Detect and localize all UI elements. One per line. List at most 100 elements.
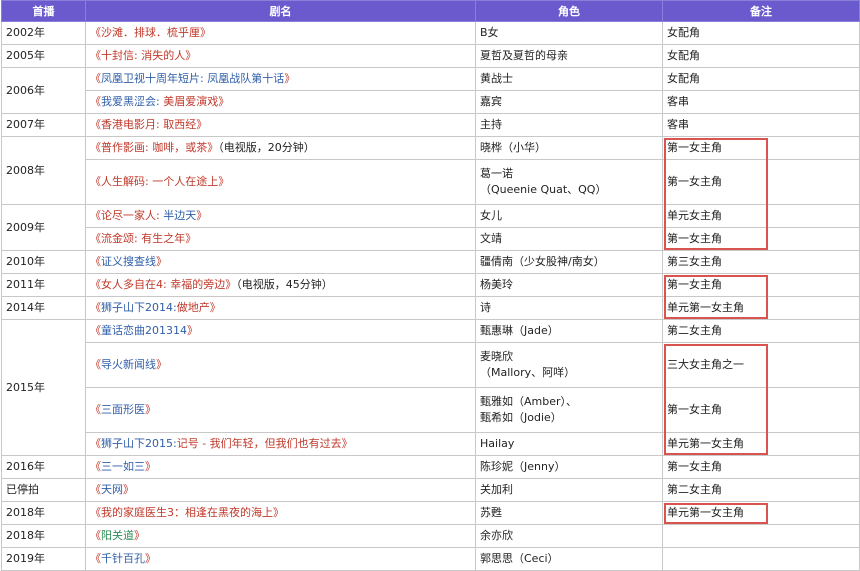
left-title-mark: 《 xyxy=(90,529,101,542)
right-title-mark: 》 xyxy=(284,72,296,85)
role-cell: 女儿 xyxy=(475,204,663,228)
role-cell: Hailay xyxy=(475,432,663,456)
table-row: 2008年 《普作影画: 咖啡，或茶》（电视版，20分钟） 晓桦（小华） 第一女主角 xyxy=(1,136,860,205)
role-cell: 疆倩南（少女股神/南女） xyxy=(475,250,663,274)
title-link[interactable]: 半边天 xyxy=(163,209,196,222)
role-line: 主持 xyxy=(480,118,502,131)
title-cell: 《千针百孔》 xyxy=(85,547,476,571)
right-title-mark: 》 xyxy=(196,118,208,131)
role-cell: 关加利 xyxy=(475,478,663,502)
table-row: 2006年 《凤凰卫视十周年短片: 凤凰战队第十话》 黄战士 女配角 xyxy=(1,67,860,114)
right-title-mark: 》 xyxy=(273,506,284,519)
title-cell: 《导火新闻线》 xyxy=(85,342,476,388)
title-link[interactable]: 做地产 xyxy=(177,301,210,314)
role-cell: 诗 xyxy=(475,296,663,320)
table-row: 《我爱黑涩会: 美眉爱演戏》 嘉宾 客串 xyxy=(2,90,860,114)
role-cell: 晓桦（小华） xyxy=(475,136,663,160)
note-cell: 第一女主角 xyxy=(662,227,860,251)
table-row: 2010年 《证义搜查线》 疆倩南（少女股神/南女） 第三女主角 xyxy=(1,250,860,274)
right-title-mark: 》 xyxy=(123,483,134,496)
left-title-mark: 《 xyxy=(90,358,101,371)
left-title-mark: 《 xyxy=(90,506,101,519)
left-title-mark: 《 xyxy=(90,301,101,314)
premiere-year-cell: 2002年 xyxy=(1,21,86,45)
title-cell: 《凤凰卫视十周年短片: 凤凰战队第十话》 xyxy=(85,67,476,91)
title-link[interactable]: 证义搜查线 xyxy=(101,255,156,268)
title-link[interactable]: 狮子山下2014: xyxy=(101,301,177,314)
premiere-year-cell: 2005年 xyxy=(1,44,86,68)
note-cell: 女配角 xyxy=(662,67,860,91)
premiere-year-cell: 2019年 xyxy=(1,547,86,571)
title-link[interactable]: 千针百孔 xyxy=(101,552,145,565)
title-cell: 《狮子山下2015:记号 - 我们年轻，但我们也有过去》 xyxy=(85,432,476,456)
role-line: B女 xyxy=(480,26,499,39)
title-link[interactable]: 十封信: 消失的人 xyxy=(101,49,185,62)
title-link[interactable]: 凤凰卫视十周年短片: 凤凰战队第十话 xyxy=(101,72,284,85)
table-row: 《人生解码: 一个人在途上》 葛一诺 （Queenie Quat、QQ） 第一女主角 xyxy=(2,159,860,205)
right-title-mark: 》 xyxy=(225,278,237,291)
title-link[interactable]: 三面形医 xyxy=(101,403,145,416)
note-cell: 第二女主角 xyxy=(662,478,860,502)
note-cell xyxy=(662,524,860,548)
title-link[interactable]: 美眉爱演戏 xyxy=(163,95,218,108)
left-title-mark: 《 xyxy=(90,141,101,154)
title-link[interactable]: 流金颂: 有生之年 xyxy=(101,232,185,245)
note-cell: 女配角 xyxy=(662,21,860,45)
title-link[interactable]: 童话恋曲201314 xyxy=(101,324,187,337)
title-link[interactable]: 论尽一家人: xyxy=(101,209,163,222)
role-cell: B女 xyxy=(475,21,663,45)
note-cell: 单元第一女主角 xyxy=(662,432,860,456)
note-cell: 第一女主角 xyxy=(662,159,860,205)
left-title-mark: 《 xyxy=(90,403,101,416)
premiere-year-cell: 2007年 xyxy=(1,113,86,137)
table-row: 《三面形医》 甄雅如（Amber）、 甄希如（Jodie） 第一女主角 xyxy=(2,387,860,433)
table-row: 《流金颂: 有生之年》 文靖 第一女主角 xyxy=(2,227,860,251)
premiere-year-cell: 2011年 xyxy=(1,273,86,297)
right-title-mark: 》 xyxy=(187,324,198,337)
role-line: 晓桦（小华） xyxy=(480,141,546,154)
note-cell: 单元女主角 xyxy=(662,204,860,228)
right-title-mark: 》 xyxy=(156,255,167,268)
left-title-mark: 《 xyxy=(90,95,101,108)
title-link[interactable]: 人生解码: 一个人在途上 xyxy=(101,175,218,188)
note-cell xyxy=(662,547,860,571)
header-note: 备注 xyxy=(662,0,860,22)
header-premiere: 首播 xyxy=(1,0,86,22)
title-link[interactable]: 我的家庭医生3：相逢在黑夜的海上 xyxy=(101,506,273,519)
header-title: 剧名 xyxy=(85,0,476,22)
table-header-row: 首播 剧名 角色 备注 xyxy=(1,0,860,22)
title-link[interactable]: 阳关道 xyxy=(101,529,134,542)
note-cell: 第一女主角 xyxy=(662,455,860,479)
premiere-year-cell: 2010年 xyxy=(1,250,86,274)
table-row: 2018年 《阳关道》 余亦欣 xyxy=(1,524,860,548)
title-link[interactable]: 记号 - 我们年轻，但我们也有过去 xyxy=(177,437,342,450)
role-line: 夏哲及夏哲的母亲 xyxy=(480,49,568,62)
right-title-mark: 》 xyxy=(185,49,197,62)
table-row: 2011年 《女人多自在4: 幸福的旁边》（电视版，45分钟） 杨美玲 第一女主角 xyxy=(1,273,860,297)
title-link[interactable]: 我爱黑涩会: xyxy=(101,95,163,108)
right-title-mark: 》 xyxy=(341,437,353,450)
left-title-mark: 《 xyxy=(90,255,101,268)
title-link[interactable]: 沙滩．排球．梳乎厘 xyxy=(101,26,200,39)
role-line: 陈珍妮（Jenny） xyxy=(480,460,566,473)
title-link[interactable]: 导火新闻线 xyxy=(101,358,156,371)
role-line: 苏甦 xyxy=(480,506,502,519)
title-link[interactable]: 三一如三 xyxy=(101,460,145,473)
left-title-mark: 《 xyxy=(90,49,101,62)
role-cell: 郭思思（Ceci） xyxy=(475,547,663,571)
left-title-mark: 《 xyxy=(90,460,101,473)
note-cell: 三大女主角之一 xyxy=(662,342,860,388)
title-link[interactable]: 天网 xyxy=(101,483,123,496)
table-row: 《狮子山下2015:记号 - 我们年轻，但我们也有过去》 Hailay 单元第一女主… xyxy=(2,432,860,456)
role-line: 女儿 xyxy=(480,209,502,222)
right-title-mark: 》 xyxy=(145,552,156,565)
title-link[interactable]: 香港电影月: 取西经 xyxy=(101,118,196,131)
title-link[interactable]: 普作影画: 咖啡，或茶 xyxy=(101,141,207,154)
role-line: 余亦欣 xyxy=(480,529,513,542)
title-link[interactable]: 狮子山下2015: xyxy=(101,437,177,450)
left-title-mark: 《 xyxy=(90,72,101,85)
title-link[interactable]: 女人多自在4: 幸福的旁边 xyxy=(101,278,225,291)
title-suffix: （电视版，20分钟） xyxy=(218,141,315,154)
title-cell: 《论尽一家人: 半边天》 xyxy=(85,204,476,228)
table-row: 2007年 《香港电影月: 取西经》 主持 客串 xyxy=(1,113,860,137)
